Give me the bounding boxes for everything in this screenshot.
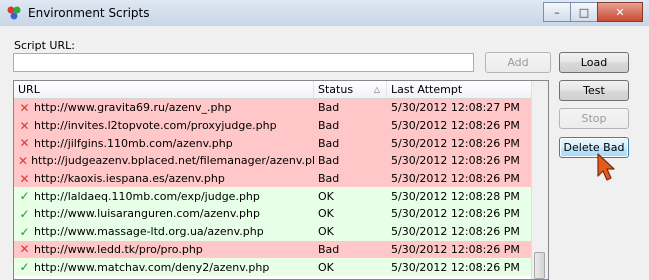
row-url: http://www.luisaranguren.com/azenv.php — [34, 207, 260, 221]
row-url: http://www.ledd.tk/pro/pro.php — [34, 242, 203, 256]
row-last-attempt: 5/30/2012 12:08:26 PM — [391, 242, 520, 256]
cell-url: ✓ http://laldaeq.110mb.com/exp/judge.php — [14, 189, 314, 203]
row-status: OK — [318, 207, 334, 221]
load-button[interactable]: Load — [559, 52, 629, 73]
row-last-attempt: 5/30/2012 12:08:26 PM — [391, 119, 520, 133]
row-status: OK — [318, 260, 334, 274]
bad-status-icon: ✕ — [19, 171, 30, 186]
row-last-attempt: 5/30/2012 12:08:28 PM — [391, 189, 520, 203]
cell-url: ✕ http://judgeazenv.bplaced.net/filemanag… — [14, 154, 314, 168]
table-row[interactable]: ✕ http://www.gravita69.ru/azenv_.php Bad 5/… — [14, 99, 534, 117]
table-row[interactable]: ✓ http://laldaeq.110mb.com/exp/judge.php O… — [14, 187, 534, 206]
row-url: http://jilfgins.110mb.com/azenv.php — [34, 136, 233, 150]
row-status: Bad — [318, 101, 340, 115]
cell-url: ✕ http://invites.l2topvote.com/proxyjudge… — [14, 119, 314, 133]
cell-url: ✕ http://www.gravita69.ru/azenv_.php — [14, 101, 314, 115]
minimize-button[interactable]: – — [543, 2, 571, 22]
row-url: http://www.matchav.com/deny2/azenv.php — [34, 260, 270, 274]
window-title: Environment Scripts — [28, 6, 150, 20]
column-header-last-attempt[interactable]: Last Attempt — [387, 81, 534, 98]
row-status: OK — [318, 225, 334, 239]
row-status: Bad — [318, 172, 340, 186]
cell-url: ✓ http://www.matchav.com/deny2/azenv.php — [14, 260, 314, 274]
title-bar[interactable]: Environment Scripts – □ ✕ — [0, 0, 649, 27]
row-url: http://www.massage-ltd.org.ua/azenv.php — [34, 225, 264, 239]
ok-status-icon: ✓ — [19, 260, 30, 275]
close-button[interactable]: ✕ — [597, 2, 643, 22]
cell-url: ✕ http://jilfgins.110mb.com/azenv.php — [14, 136, 314, 150]
row-url: http://invites.l2topvote.com/proxyjudge.… — [34, 119, 277, 133]
ok-status-icon: ✓ — [19, 206, 30, 221]
window-controls: – □ ✕ — [543, 2, 643, 22]
list-rows: ✕ http://www.gravita69.ru/azenv_.php Bad 5/… — [14, 99, 534, 276]
row-url: http://www.gravita69.ru/azenv_.php — [34, 101, 232, 115]
dialog-content: Script URL: Add Load Test Stop Delete Ba… — [0, 26, 649, 280]
table-row[interactable]: ✕ http://jilfgins.110mb.com/azenv.php Bad 5… — [14, 134, 534, 153]
row-status: Bad — [318, 154, 340, 168]
mouse-pointer-icon — [597, 153, 615, 181]
bad-status-icon: ✕ — [19, 242, 30, 257]
row-url: http://laldaeq.110mb.com/exp/judge.php — [34, 189, 260, 203]
script-url-label: Script URL: — [14, 39, 75, 52]
column-header-status[interactable]: Status △ — [314, 81, 387, 98]
list-header: URL Status △ Last Attempt — [14, 81, 534, 99]
table-row[interactable]: ✕ http://invites.l2topvote.com/proxyjudge… — [14, 116, 534, 135]
row-last-attempt: 5/30/2012 12:08:26 PM — [391, 136, 520, 150]
environment-scripts-window: Environment Scripts – □ ✕ Script URL: Ad… — [0, 0, 649, 280]
table-row[interactable]: ✓ http://www.matchav.com/deny2/azenv.php O… — [14, 258, 534, 276]
bad-status-icon: ✕ — [19, 118, 30, 133]
row-last-attempt: 5/30/2012 12:08:26 PM — [391, 260, 520, 274]
bad-status-icon: ✕ — [19, 100, 30, 115]
row-last-attempt: 5/30/2012 12:08:26 PM — [391, 172, 520, 186]
app-icon — [7, 6, 21, 20]
row-url: http://judgeazenv.bplaced.net/filemanage… — [31, 154, 314, 168]
scripts-list[interactable]: URL Status △ Last Attempt ✕ http://www.gr… — [13, 80, 549, 280]
table-row[interactable]: ✓ http://www.luisaranguren.com/azenv.php O… — [14, 205, 534, 223]
column-header-url[interactable]: URL — [14, 81, 314, 98]
column-header-status-label: Status — [318, 83, 354, 96]
row-status: Bad — [318, 136, 340, 150]
vertical-scrollbar[interactable] — [531, 81, 548, 279]
table-row[interactable]: ✓ http://www.massage-ltd.org.ua/azenv.php… — [14, 222, 534, 241]
cell-url: ✓ http://www.luisaranguren.com/azenv.php — [14, 207, 314, 221]
cell-url: ✕ http://kaoxis.iespana.es/azenv.php — [14, 172, 314, 186]
stop-button[interactable]: Stop — [559, 108, 629, 129]
row-status: OK — [318, 189, 334, 203]
delete-bad-button[interactable]: Delete Bad — [559, 137, 629, 158]
add-button[interactable]: Add — [485, 52, 551, 73]
ok-status-icon: ✓ — [19, 189, 30, 204]
bad-status-icon: ✕ — [19, 136, 30, 151]
cell-url: ✕ http://www.ledd.tk/pro/pro.php — [14, 242, 314, 256]
maximize-button[interactable]: □ — [570, 2, 598, 22]
ok-status-icon: ✓ — [19, 224, 30, 239]
table-row[interactable]: ✕ http://www.ledd.tk/pro/pro.php Bad 5/30/2… — [14, 240, 534, 259]
sort-ascending-icon: △ — [373, 85, 380, 94]
row-last-attempt: 5/30/2012 12:08:27 PM — [391, 101, 520, 115]
scrollbar-thumb[interactable] — [534, 252, 545, 279]
test-button[interactable]: Test — [559, 80, 629, 101]
row-status: Bad — [318, 119, 340, 133]
row-status: Bad — [318, 242, 340, 256]
row-last-attempt: 5/30/2012 12:08:26 PM — [391, 225, 520, 239]
row-last-attempt: 5/30/2012 12:08:26 PM — [391, 207, 520, 221]
row-url: http://kaoxis.iespana.es/azenv.php — [34, 172, 225, 186]
row-last-attempt: 5/30/2012 12:08:26 PM — [391, 154, 520, 168]
table-row[interactable]: ✕ http://kaoxis.iespana.es/azenv.php Bad 5/… — [14, 169, 534, 188]
bad-status-icon: ✕ — [18, 153, 29, 168]
cell-url: ✓ http://www.massage-ltd.org.ua/azenv.php — [14, 225, 314, 239]
table-row[interactable]: ✕ http://judgeazenv.bplaced.net/filemanag… — [14, 152, 534, 170]
script-url-input[interactable] — [13, 53, 474, 72]
